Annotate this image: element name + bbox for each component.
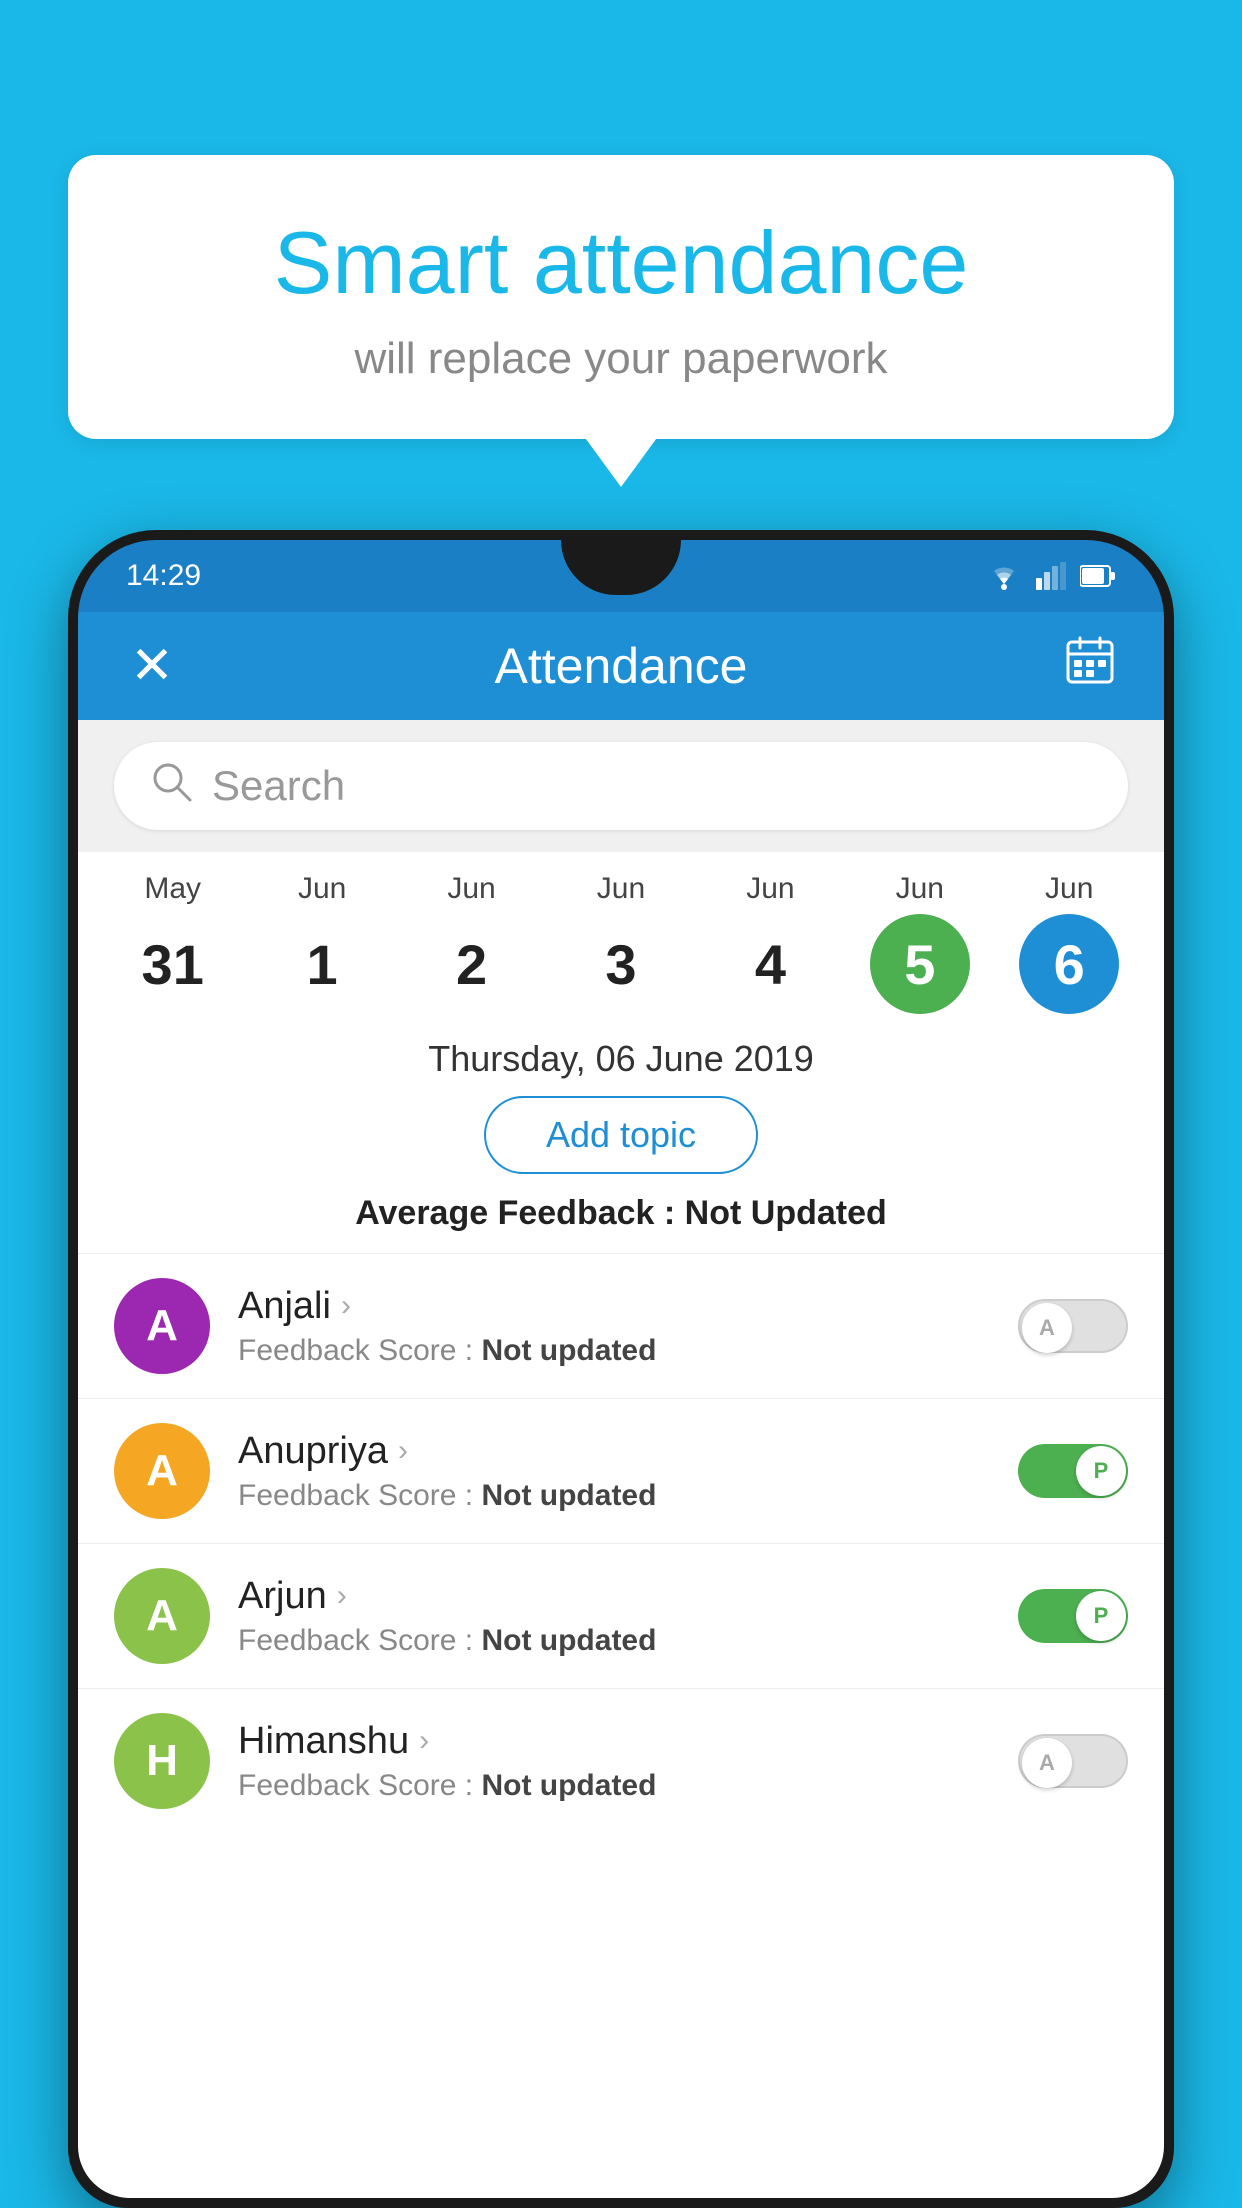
student-info: Anupriya › Feedback Score : Not updated xyxy=(238,1430,990,1513)
cal-day-num: 2 xyxy=(422,914,522,1014)
student-name: Anjali › xyxy=(238,1285,990,1328)
chevron-icon: › xyxy=(419,1724,429,1758)
search-icon xyxy=(150,760,192,812)
cal-month-label: Jun xyxy=(896,872,944,906)
close-button[interactable]: ✕ xyxy=(122,636,182,696)
battery-icon xyxy=(1080,564,1116,588)
student-item[interactable]: H Himanshu › Feedback Score : Not updated A xyxy=(78,1688,1164,1833)
cal-day-num: 6 xyxy=(1019,914,1119,1014)
phone-inner: 14:29 xyxy=(78,540,1164,2198)
student-name: Anupriya › xyxy=(238,1430,990,1473)
cal-day-num: 1 xyxy=(272,914,372,1014)
search-placeholder: Search xyxy=(212,762,345,810)
avg-feedback-value: Not Updated xyxy=(685,1194,887,1232)
app-bar: ✕ Attendance xyxy=(78,612,1164,720)
chevron-icon: › xyxy=(341,1289,351,1323)
cal-day-num: 5 xyxy=(870,914,970,1014)
attendance-toggle[interactable]: P xyxy=(1018,1589,1128,1643)
chevron-icon: › xyxy=(398,1434,408,1468)
avg-feedback-label: Average Feedback : xyxy=(355,1194,675,1232)
bubble-title: Smart attendance xyxy=(148,215,1094,312)
toggle-knob: A xyxy=(1022,1303,1072,1353)
chevron-icon: › xyxy=(337,1579,347,1613)
student-item[interactable]: A Anjali › Feedback Score : Not updated A xyxy=(78,1253,1164,1398)
student-list: AAnjali ›Feedback Score : Not updatedAAA… xyxy=(78,1253,1164,1833)
student-score: Feedback Score : Not updated xyxy=(238,1334,990,1368)
speech-bubble-container: Smart attendance will replace your paper… xyxy=(68,155,1174,439)
screen-content: Search May 31 Jun 1 Jun 2 Jun 3 Jun 4 Jun 5 Jun 6 Thu… xyxy=(78,720,1164,2198)
cal-day-num: 3 xyxy=(571,914,671,1014)
phone-frame: 14:29 xyxy=(68,530,1174,2208)
calendar-day-6[interactable]: Jun 6 xyxy=(1004,872,1134,1014)
calendar-button[interactable] xyxy=(1060,634,1120,698)
student-info: Arjun › Feedback Score : Not updated xyxy=(238,1575,990,1658)
calendar-day-5[interactable]: Jun 5 xyxy=(855,872,985,1014)
cal-day-num: 31 xyxy=(123,914,223,1014)
toggle-knob: P xyxy=(1076,1591,1126,1641)
cal-month-label: Jun xyxy=(597,872,645,906)
student-avatar: A xyxy=(114,1423,210,1519)
student-score: Feedback Score : Not updated xyxy=(238,1479,990,1513)
student-name: Himanshu › xyxy=(238,1720,990,1763)
toggle-knob: A xyxy=(1022,1738,1072,1788)
search-bar[interactable]: Search xyxy=(114,742,1128,830)
signal-icon xyxy=(1036,562,1066,590)
student-info: Anjali › Feedback Score : Not updated xyxy=(238,1285,990,1368)
student-avatar: A xyxy=(114,1568,210,1664)
student-score: Feedback Score : Not updated xyxy=(238,1769,990,1803)
attendance-toggle[interactable]: A xyxy=(1018,1734,1128,1788)
speech-bubble: Smart attendance will replace your paper… xyxy=(68,155,1174,439)
student-avatar: H xyxy=(114,1713,210,1809)
cal-month-label: Jun xyxy=(447,872,495,906)
student-score: Feedback Score : Not updated xyxy=(238,1624,990,1658)
calendar-day-2[interactable]: Jun 2 xyxy=(407,872,537,1014)
attendance-toggle[interactable]: A xyxy=(1018,1299,1128,1353)
cal-month-label: Jun xyxy=(746,872,794,906)
status-icons xyxy=(986,562,1116,590)
calendar-day-3[interactable]: Jun 3 xyxy=(556,872,686,1014)
attendance-toggle[interactable]: P xyxy=(1018,1444,1128,1498)
calendar-day-0[interactable]: May 31 xyxy=(108,872,238,1014)
avg-feedback: Average Feedback : Not Updated xyxy=(78,1194,1164,1253)
add-topic-button[interactable]: Add topic xyxy=(484,1096,758,1174)
wifi-icon xyxy=(986,562,1022,590)
cal-day-num: 4 xyxy=(720,914,820,1014)
search-bar-container: Search xyxy=(78,720,1164,852)
bubble-subtitle: will replace your paperwork xyxy=(148,334,1094,384)
selected-date: Thursday, 06 June 2019 xyxy=(78,1014,1164,1096)
toggle-knob: P xyxy=(1076,1446,1126,1496)
app-bar-title: Attendance xyxy=(182,637,1060,695)
cal-month-label: Jun xyxy=(298,872,346,906)
student-info: Himanshu › Feedback Score : Not updated xyxy=(238,1720,990,1803)
calendar-strip: May 31 Jun 1 Jun 2 Jun 3 Jun 4 Jun 5 Jun 6 xyxy=(78,852,1164,1014)
cal-month-label: May xyxy=(144,872,201,906)
cal-month-label: Jun xyxy=(1045,872,1093,906)
student-name: Arjun › xyxy=(238,1575,990,1618)
student-item[interactable]: A Anupriya › Feedback Score : Not updated P xyxy=(78,1398,1164,1543)
student-item[interactable]: A Arjun › Feedback Score : Not updated P xyxy=(78,1543,1164,1688)
status-time: 14:29 xyxy=(126,559,201,593)
calendar-day-4[interactable]: Jun 4 xyxy=(705,872,835,1014)
student-avatar: A xyxy=(114,1278,210,1374)
calendar-day-1[interactable]: Jun 1 xyxy=(257,872,387,1014)
